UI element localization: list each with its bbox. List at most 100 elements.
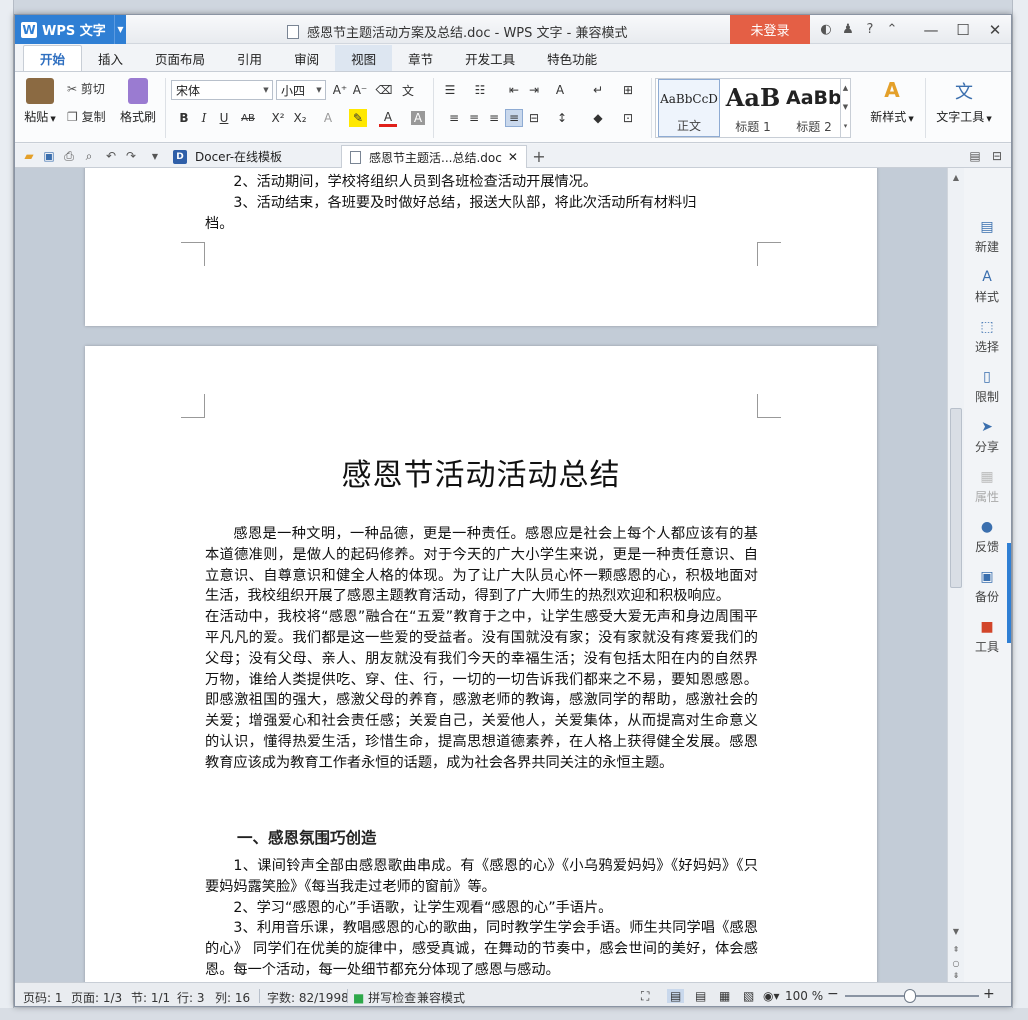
scrollbar-thumb[interactable] bbox=[950, 408, 962, 588]
copy-button[interactable]: ❐ 复制 bbox=[67, 108, 106, 125]
task-pane-toggle[interactable] bbox=[1007, 543, 1011, 643]
cut-button[interactable]: ✂ 剪切 bbox=[67, 80, 105, 97]
print-preview-icon[interactable]: ⌕ bbox=[81, 148, 97, 164]
maximize-icon[interactable]: ☐ bbox=[947, 15, 979, 44]
tab-list-icon[interactable]: ▤ bbox=[967, 148, 983, 164]
save-icon[interactable]: ▣ bbox=[41, 148, 57, 164]
tab-view[interactable]: 视图 bbox=[335, 45, 393, 71]
status-col[interactable]: 列: 16 bbox=[215, 989, 250, 1006]
char-shading-icon[interactable]: A bbox=[411, 111, 425, 125]
help-icon[interactable]: ? bbox=[859, 22, 881, 37]
side-backup-button[interactable]: ▣ 备份 bbox=[965, 568, 1009, 605]
minimize-icon[interactable]: — bbox=[915, 15, 947, 44]
strikethrough-icon[interactable]: AB bbox=[239, 109, 257, 127]
view-options-icon[interactable]: ◉▾ bbox=[763, 989, 780, 1003]
tab-references[interactable]: 引用 bbox=[221, 45, 278, 71]
bullets-icon[interactable]: ☰ bbox=[441, 81, 459, 99]
undo-icon[interactable]: ↶ bbox=[103, 148, 119, 164]
show-marks-icon[interactable]: ↵ bbox=[589, 81, 607, 99]
shading-icon[interactable]: ◆ bbox=[589, 109, 607, 127]
paste-button[interactable]: 粘贴 ▼ bbox=[23, 78, 57, 125]
text-tools-button[interactable]: 文 文字工具 ▼ bbox=[933, 78, 995, 125]
italic-icon[interactable]: I bbox=[195, 109, 213, 127]
app-menu-button[interactable]: W WPS 文字 ▼ bbox=[15, 15, 126, 44]
bold-icon[interactable]: B bbox=[175, 109, 193, 127]
status-pages[interactable]: 页面: 1/3 bbox=[71, 989, 122, 1006]
web-view-icon[interactable]: ▦ bbox=[719, 989, 730, 1003]
zoom-in-icon[interactable]: + bbox=[983, 986, 995, 1002]
text-effect-icon[interactable]: A bbox=[319, 109, 337, 127]
side-share-button[interactable]: ➤ 分享 bbox=[965, 418, 1009, 455]
distributed-icon[interactable]: ⊟ bbox=[525, 109, 543, 127]
status-section[interactable]: 节: 1/1 bbox=[131, 989, 170, 1006]
highlight-icon[interactable]: ✎ bbox=[349, 109, 367, 127]
side-feedback-button[interactable]: ● 反馈 bbox=[965, 518, 1009, 555]
styles-scroll[interactable]: ▲ ▼ ▾ bbox=[840, 79, 850, 137]
align-right-icon[interactable]: ≡ bbox=[485, 109, 503, 127]
table-icon[interactable]: ⊞ bbox=[619, 81, 637, 99]
scroll-up-icon[interactable]: ▲ bbox=[948, 170, 964, 184]
prev-page-icon[interactable]: ⇞ bbox=[948, 942, 964, 956]
new-style-button[interactable]: A 新样式 ▼ bbox=[867, 78, 917, 125]
customize-chevron-icon[interactable]: ▼ bbox=[147, 148, 163, 164]
clear-format-icon[interactable]: ⌫ bbox=[375, 81, 393, 99]
underline-icon[interactable]: U bbox=[215, 109, 233, 127]
font-size-select[interactable]: 小四 ▼ bbox=[276, 80, 326, 100]
tab-home[interactable]: 开始 bbox=[23, 45, 83, 71]
document-canvas[interactable]: 2、活动期间，学校将组织人员到各班检查活动开展情况。 3、活动结束，各班要及时做… bbox=[15, 168, 947, 982]
justify-icon[interactable]: ≡ bbox=[505, 109, 523, 127]
status-row[interactable]: 行: 3 bbox=[177, 989, 205, 1006]
outline-view-icon[interactable]: ▤ bbox=[695, 989, 706, 1003]
chinese-layout-icon[interactable]: A bbox=[551, 81, 569, 99]
tab-review[interactable]: 审阅 bbox=[278, 45, 335, 71]
style-normal[interactable]: AaBbCcD 正文 bbox=[658, 79, 720, 137]
spell-check-toggle[interactable]: ■ 拼写检查 bbox=[353, 989, 416, 1006]
status-word-count[interactable]: 字数: 82/1998 bbox=[267, 989, 349, 1006]
zoom-level[interactable]: 100 % bbox=[785, 989, 823, 1003]
superscript-icon[interactable]: X² bbox=[269, 109, 287, 127]
fullscreen-view-icon[interactable]: ⛶ bbox=[641, 989, 649, 1004]
side-restrict-button[interactable]: ▯ 限制 bbox=[965, 368, 1009, 405]
scroll-down-icon[interactable]: ▼ bbox=[948, 924, 964, 938]
print-icon[interactable]: ⎙ bbox=[61, 148, 77, 164]
font-color-icon[interactable]: A bbox=[379, 109, 397, 127]
status-page-code[interactable]: 页码: 1 bbox=[23, 989, 63, 1006]
new-tab-icon[interactable]: + bbox=[531, 147, 547, 166]
tab-insert[interactable]: 插入 bbox=[82, 45, 139, 71]
tab-page-layout[interactable]: 页面布局 bbox=[139, 45, 221, 71]
borders-icon[interactable]: ⊡ bbox=[619, 109, 637, 127]
numbering-icon[interactable]: ☷ bbox=[471, 81, 489, 99]
skin-icon[interactable]: ◐ bbox=[815, 22, 837, 37]
side-styles-button[interactable]: A 样式 bbox=[965, 268, 1009, 305]
zoom-slider-thumb[interactable] bbox=[904, 989, 916, 1003]
line-spacing-icon[interactable]: ↕ bbox=[553, 109, 571, 127]
tab-sections[interactable]: 章节 bbox=[392, 45, 449, 71]
doc-tab-current[interactable]: 感恩节主题活...总结.doc ✕ bbox=[341, 145, 527, 168]
font-name-select[interactable]: 宋体 ▼ bbox=[171, 80, 273, 100]
side-tools-button[interactable]: ■ 工具 bbox=[965, 618, 1009, 655]
side-select-button[interactable]: ⬚ 选择 bbox=[965, 318, 1009, 355]
page-view-icon[interactable]: ▤ bbox=[667, 989, 685, 1003]
tab-developer[interactable]: 开发工具 bbox=[449, 45, 531, 71]
close-icon[interactable]: ✕ bbox=[979, 15, 1011, 44]
open-folder-icon[interactable]: ▰ bbox=[21, 148, 37, 164]
tab-features[interactable]: 特色功能 bbox=[531, 45, 613, 71]
next-page-icon[interactable]: ⇟ bbox=[948, 968, 964, 982]
shirt-icon[interactable]: ♟ bbox=[837, 22, 859, 37]
reading-view-icon[interactable]: ▧ bbox=[743, 989, 754, 1003]
collapse-ribbon-icon[interactable]: ⌃ bbox=[881, 22, 903, 37]
subscript-icon[interactable]: X₂ bbox=[291, 109, 309, 127]
side-new-button[interactable]: ▤ 新建 bbox=[965, 218, 1009, 255]
align-center-icon[interactable]: ≡ bbox=[465, 109, 483, 127]
close-tab-icon[interactable]: ✕ bbox=[508, 150, 518, 164]
login-button[interactable]: 未登录 bbox=[730, 15, 810, 44]
redo-icon[interactable]: ↷ bbox=[123, 148, 139, 164]
doc-tab-docer[interactable]: D Docer-在线模板 bbox=[165, 145, 290, 168]
increase-indent-icon[interactable]: ⇥ bbox=[525, 81, 543, 99]
align-left-icon[interactable]: ≡ bbox=[445, 109, 463, 127]
vertical-scrollbar[interactable]: ▲ ▼ ⇞ ○ ⇟ bbox=[947, 168, 964, 982]
chevron-down-icon[interactable]: ▼ bbox=[114, 15, 126, 44]
grow-font-icon[interactable]: A⁺ bbox=[331, 81, 349, 99]
zoom-out-icon[interactable]: − bbox=[827, 986, 839, 1002]
tab-collapse-icon[interactable]: ⊟ bbox=[989, 148, 1005, 164]
